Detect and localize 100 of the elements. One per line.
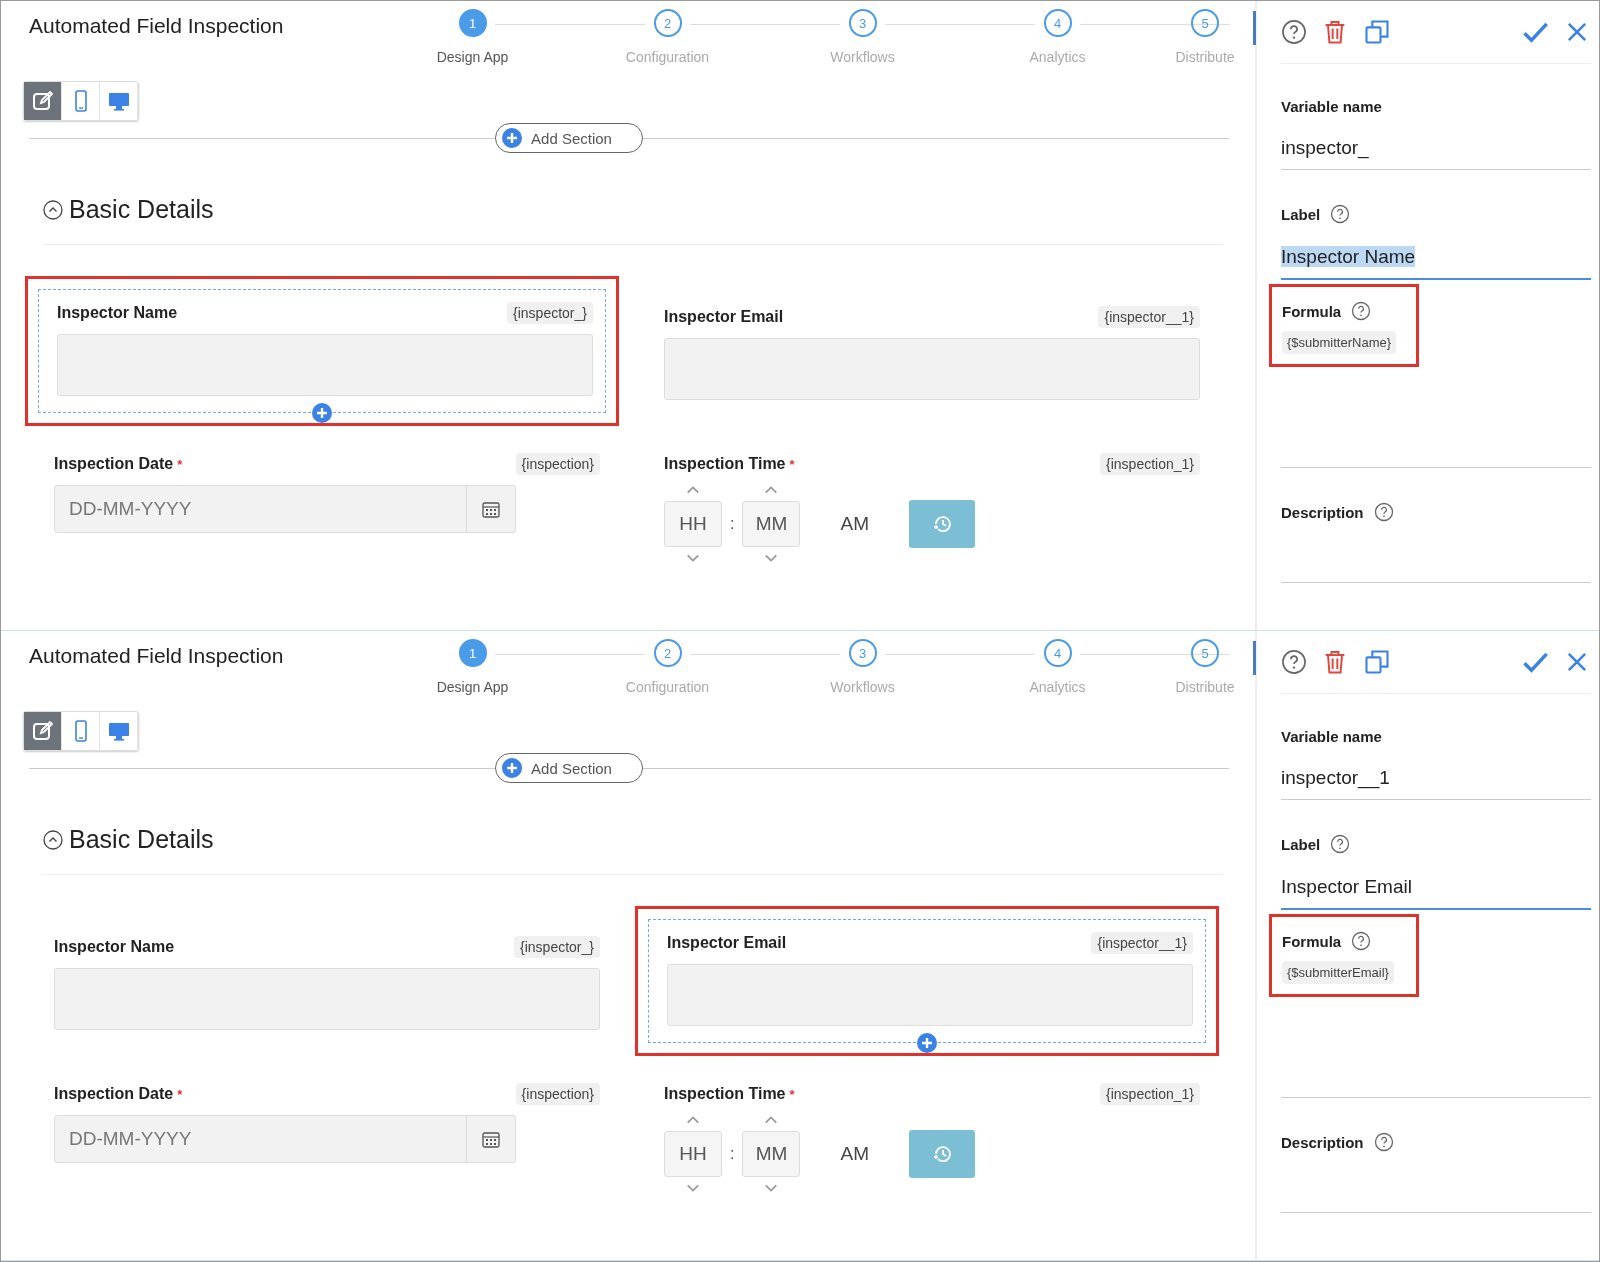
- variable-tag: {inspector_}: [507, 302, 593, 324]
- help-icon[interactable]: [1281, 19, 1307, 45]
- property-label: Label: [1281, 205, 1321, 223]
- step-number[interactable]: 1: [458, 639, 487, 667]
- text-input-field[interactable]: [54, 968, 600, 1030]
- section-title: Basic Details: [69, 825, 214, 854]
- step-label[interactable]: Analytics: [1029, 49, 1086, 65]
- field-label: Inspector Name: [57, 304, 178, 322]
- field-label: Inspector Email: [664, 308, 784, 326]
- plus-icon: [502, 128, 523, 148]
- step-label[interactable]: Analytics: [1029, 679, 1086, 695]
- date-placeholder: DD-MM-YYYY: [68, 497, 193, 521]
- step-number[interactable]: 2: [653, 639, 682, 667]
- property-label: Description: [1281, 503, 1364, 521]
- text-input-field[interactable]: [664, 338, 1200, 400]
- variable-tag: {inspector_}: [514, 936, 600, 958]
- chevron-up-icon[interactable]: [686, 485, 700, 495]
- step-number[interactable]: 3: [848, 9, 877, 37]
- step-number[interactable]: 5: [1191, 9, 1219, 37]
- am-pm-toggle[interactable]: AM: [840, 1143, 869, 1165]
- help-icon[interactable]: [1351, 931, 1372, 951]
- property-label: Formula: [1282, 932, 1342, 950]
- formula-chip[interactable]: {$submitterEmail}: [1282, 961, 1394, 984]
- copy-icon[interactable]: [1363, 18, 1391, 46]
- add-section-button[interactable]: Add Section: [495, 123, 643, 153]
- chevron-down-icon[interactable]: [764, 1183, 779, 1193]
- property-label: Variable name: [1281, 728, 1383, 745]
- help-icon[interactable]: [1373, 502, 1394, 522]
- step-label[interactable]: Design App: [436, 49, 509, 65]
- step-number[interactable]: 3: [848, 639, 877, 667]
- field-label: Inspection Time *: [664, 455, 795, 473]
- am-pm-toggle[interactable]: AM: [840, 513, 869, 535]
- collapse-icon[interactable]: [43, 199, 63, 220]
- chevron-up-icon[interactable]: [764, 1115, 779, 1125]
- step-label[interactable]: Workflows: [830, 679, 895, 695]
- step-number[interactable]: 2: [653, 9, 682, 37]
- label-field[interactable]: Inspector Email: [1281, 854, 1591, 910]
- chevron-up-icon[interactable]: [764, 485, 779, 495]
- view-mode-button[interactable]: [24, 712, 62, 750]
- variable-tag: {inspector__1}: [1091, 932, 1193, 954]
- help-icon[interactable]: [1373, 1132, 1394, 1152]
- step-number[interactable]: 4: [1043, 9, 1072, 37]
- plus-icon: [502, 758, 523, 778]
- current-time-button[interactable]: [908, 500, 975, 548]
- property-label: Formula: [1282, 302, 1342, 320]
- edit-icon: [30, 89, 55, 113]
- hour-field[interactable]: HH: [664, 1131, 722, 1177]
- variable-name-field[interactable]: inspector_: [1281, 115, 1591, 170]
- step-label[interactable]: Distribute: [1175, 49, 1235, 65]
- chevron-up-icon[interactable]: [686, 1115, 700, 1125]
- current-time-button[interactable]: [908, 1130, 975, 1178]
- date-input-field[interactable]: DD-MM-YYYY: [54, 485, 516, 533]
- chevron-down-icon[interactable]: [764, 553, 779, 563]
- view-mode-button[interactable]: [24, 82, 62, 120]
- label-field[interactable]: Inspector Name: [1281, 224, 1591, 280]
- calendar-icon: [481, 1129, 501, 1149]
- help-icon[interactable]: [1351, 301, 1372, 321]
- variable-tag: {inspector__1}: [1098, 306, 1200, 328]
- text-input-field[interactable]: [667, 964, 1193, 1026]
- add-field-icon[interactable]: [917, 1033, 937, 1053]
- collapse-icon[interactable]: [43, 829, 63, 850]
- step-label[interactable]: Workflows: [830, 49, 895, 65]
- time-separator: :: [730, 1145, 735, 1163]
- step-label[interactable]: Configuration: [625, 679, 710, 695]
- property-label: Description: [1281, 1133, 1364, 1151]
- field-label: Inspector Name: [54, 938, 175, 956]
- property-label: Label: [1281, 835, 1321, 853]
- variable-tag: {inspection}: [515, 453, 600, 475]
- add-section-button[interactable]: Add Section: [495, 753, 643, 783]
- date-input-field[interactable]: DD-MM-YYYY: [54, 1115, 516, 1163]
- variable-tag: {inspection_1}: [1100, 1083, 1200, 1105]
- chevron-down-icon[interactable]: [686, 553, 700, 563]
- help-icon[interactable]: [1281, 649, 1307, 675]
- variable-tag: {inspection_1}: [1100, 453, 1200, 475]
- chevron-down-icon[interactable]: [686, 1183, 700, 1193]
- field-label: Inspector Email: [667, 934, 787, 952]
- calendar-icon: [481, 499, 501, 519]
- field-label: Inspection Date *: [54, 455, 183, 473]
- field-label: Inspection Time *: [664, 1085, 795, 1103]
- edit-icon: [30, 719, 55, 743]
- minute-field[interactable]: MM: [742, 1131, 801, 1177]
- help-icon[interactable]: [1330, 204, 1351, 224]
- step-number[interactable]: 5: [1191, 639, 1219, 667]
- copy-icon[interactable]: [1363, 648, 1391, 676]
- property-label: Variable name: [1281, 98, 1383, 115]
- text-input-field[interactable]: [57, 334, 593, 396]
- variable-name-field[interactable]: inspector__1: [1281, 745, 1591, 800]
- step-number[interactable]: 1: [458, 9, 487, 37]
- add-field-icon[interactable]: [312, 403, 332, 423]
- step-label[interactable]: Distribute: [1175, 679, 1235, 695]
- variable-tag: {inspection}: [515, 1083, 600, 1105]
- step-label[interactable]: Design App: [436, 679, 509, 695]
- help-icon[interactable]: [1330, 834, 1351, 854]
- formula-chip[interactable]: {$submitterName}: [1282, 331, 1397, 354]
- step-label[interactable]: Configuration: [625, 49, 710, 65]
- app-title: Automated Field Inspection: [29, 13, 285, 39]
- hour-field[interactable]: HH: [664, 501, 722, 547]
- minute-field[interactable]: MM: [742, 501, 801, 547]
- step-number[interactable]: 4: [1043, 639, 1072, 667]
- field-label: Inspection Date *: [54, 1085, 183, 1103]
